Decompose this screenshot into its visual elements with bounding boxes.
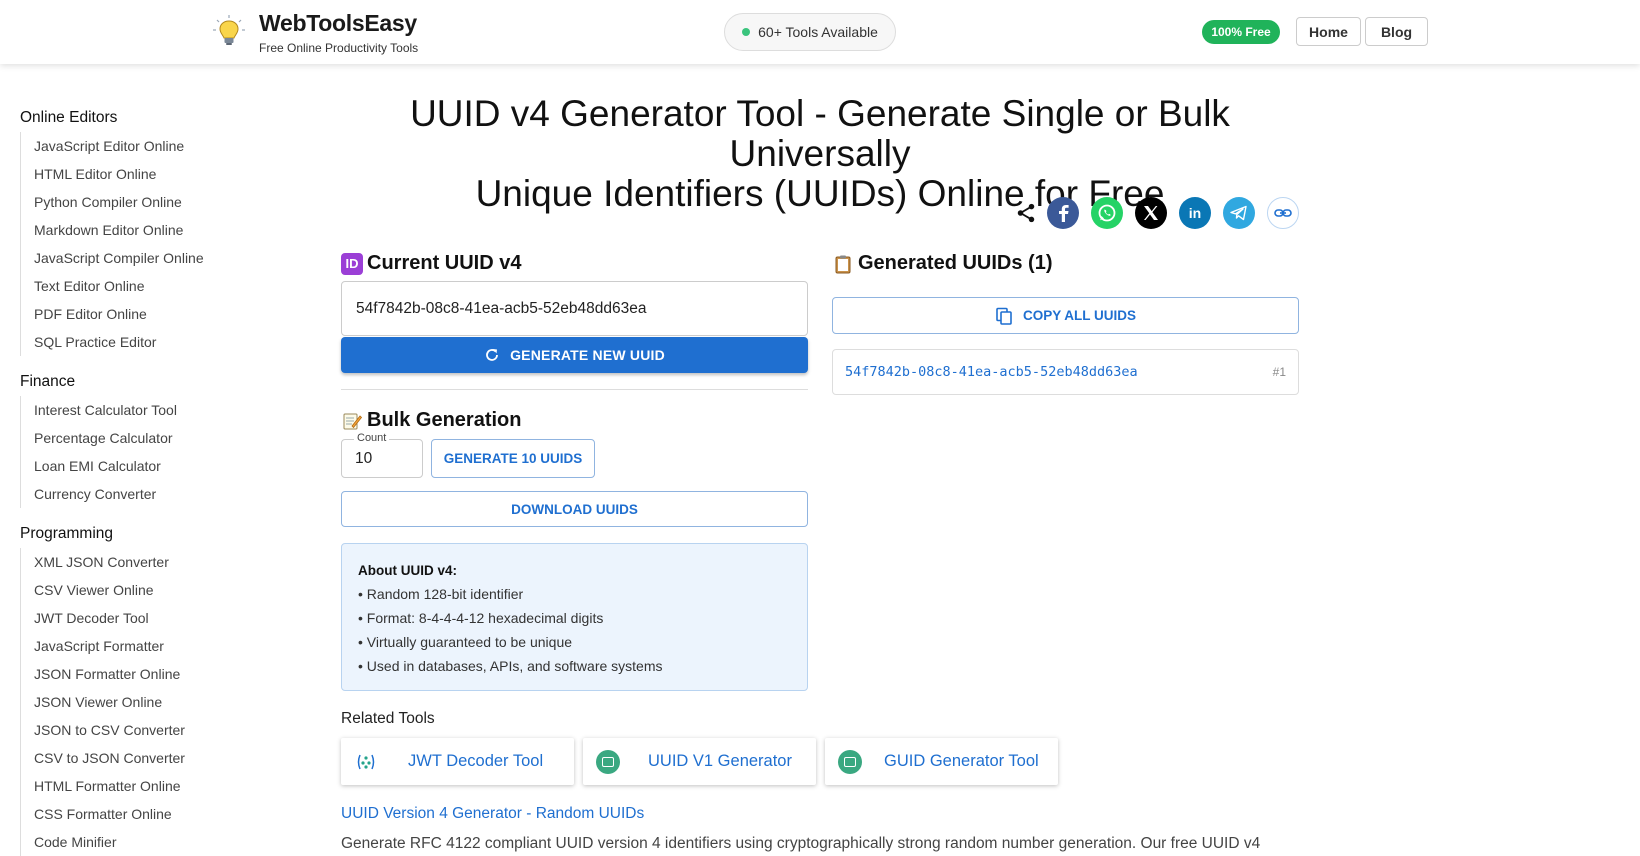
- sidebar-item-css-formatter[interactable]: CSS Formatter Online: [34, 800, 270, 828]
- brand-name[interactable]: WebToolsEasy: [259, 10, 417, 37]
- sidebar-item-percentage-calculator[interactable]: Percentage Calculator: [34, 424, 270, 452]
- site-header: WebToolsEasy Free Online Productivity To…: [0, 0, 1640, 64]
- about-item: • Random 128-bit identifier: [358, 586, 524, 602]
- sidebar-item-currency-converter[interactable]: Currency Converter: [34, 480, 270, 508]
- sidebar-item-interest-calculator[interactable]: Interest Calculator Tool: [34, 396, 270, 424]
- share-row: in: [1010, 197, 1302, 229]
- sidebar-item-javascript-formatter[interactable]: JavaScript Formatter: [34, 632, 270, 660]
- related-tool-name: JWT Decoder Tool: [408, 752, 544, 770]
- about-item: • Format: 8-4-4-4-12 hexadecimal digits: [358, 610, 604, 626]
- generated-uuid-value: 54f7842b-08c8-41ea-acb5-52eb48dd63ea: [845, 364, 1138, 380]
- uuid-id-icon: [596, 750, 620, 774]
- count-input[interactable]: Count 10: [341, 432, 423, 478]
- sidebar-item-json-to-csv[interactable]: JSON to CSV Converter: [34, 716, 270, 744]
- lightbulb-icon[interactable]: [212, 14, 246, 48]
- sidebar-category-online-editors: Online Editors: [20, 109, 118, 126]
- status-dot-icon: [742, 28, 751, 36]
- page-title: UUID v4 Generator Tool - Generate Single…: [330, 94, 1310, 214]
- link-icon[interactable]: [1267, 197, 1299, 229]
- clipboard-icon: [832, 252, 854, 275]
- current-uuid-field[interactable]: 54f7842b-08c8-41ea-acb5-52eb48dd63ea: [341, 281, 808, 336]
- current-uuid-heading: ID Current UUID v4: [341, 252, 521, 275]
- count-value: 10: [355, 450, 373, 467]
- related-tools-label: Related Tools: [341, 710, 435, 727]
- x-icon[interactable]: [1135, 197, 1167, 229]
- share-icon[interactable]: [1010, 197, 1042, 229]
- sidebar-item-javascript-compiler[interactable]: JavaScript Compiler Online: [34, 244, 270, 272]
- generate-new-uuid-button[interactable]: GENERATE NEW UUID: [341, 337, 808, 373]
- bulk-generation-title: Bulk Generation: [367, 409, 522, 431]
- generated-uuids-heading: Generated UUIDs (1): [832, 252, 1053, 275]
- id-emoji-icon: ID: [341, 252, 363, 275]
- generated-uuid-item[interactable]: 54f7842b-08c8-41ea-acb5-52eb48dd63ea #1: [832, 349, 1299, 395]
- count-label: Count: [354, 432, 390, 444]
- sidebar-item-xml-json-converter[interactable]: XML JSON Converter: [34, 548, 270, 576]
- free-badge: 100% Free: [1202, 20, 1280, 44]
- facebook-icon[interactable]: [1047, 197, 1079, 229]
- telegram-icon[interactable]: [1223, 197, 1255, 229]
- refresh-icon: [486, 349, 498, 361]
- sidebar-item-html-formatter[interactable]: HTML Formatter Online: [34, 772, 270, 800]
- tools-available-badge: 60+ Tools Available: [724, 13, 896, 51]
- description-text: Generate RFC 4122 compliant UUID version…: [341, 835, 1261, 852]
- related-tool-name: UUID V1 Generator: [648, 752, 792, 770]
- related-tool-guid-generator[interactable]: GUID Generator Tool: [825, 738, 1058, 785]
- about-uuid-box: About UUID v4: • Random 128-bit identifi…: [341, 543, 808, 691]
- generate-bulk-button[interactable]: GENERATE 10 UUIDS: [431, 439, 595, 478]
- nav-home-button[interactable]: Home: [1296, 17, 1361, 46]
- related-tool-jwt-decoder[interactable]: JWT Decoder Tool: [341, 738, 574, 785]
- sidebar-item-loan-emi-calculator[interactable]: Loan EMI Calculator: [34, 452, 270, 480]
- sidebar-item-html-editor[interactable]: HTML Editor Online: [34, 160, 270, 188]
- about-item: • Used in databases, APIs, and software …: [358, 658, 663, 674]
- current-uuid-title: Current UUID v4: [367, 252, 522, 274]
- generate-new-uuid-label: GENERATE NEW UUID: [510, 347, 665, 363]
- sidebar-item-python-compiler[interactable]: Python Compiler Online: [34, 188, 270, 216]
- sidebar-item-csv-viewer[interactable]: CSV Viewer Online: [34, 576, 270, 604]
- sidebar-category-finance: Finance: [20, 373, 76, 390]
- sidebar-list-online-editors: JavaScript Editor Online HTML Editor Onl…: [20, 132, 270, 356]
- sidebar-item-pdf-editor[interactable]: PDF Editor Online: [34, 300, 270, 328]
- generated-uuid-index: #1: [1272, 365, 1286, 379]
- bulk-generation-heading: Bulk Generation: [341, 409, 521, 432]
- generated-uuids-title: Generated UUIDs (1): [858, 252, 1053, 274]
- section-subheading: UUID Version 4 Generator - Random UUIDs: [341, 805, 645, 822]
- sidebar-list-programming: XML JSON Converter CSV Viewer Online JWT…: [20, 548, 270, 856]
- sidebar-category-programming: Programming: [20, 525, 114, 542]
- whatsapp-icon[interactable]: [1091, 197, 1123, 229]
- sidebar-item-code-minifier[interactable]: Code Minifier: [34, 828, 270, 856]
- guid-id-icon: [838, 750, 862, 774]
- about-title: About UUID v4:: [358, 563, 457, 578]
- nav-blog-button[interactable]: Blog: [1365, 17, 1428, 46]
- copy-all-uuids-label: COPY ALL UUIDS: [1022, 308, 1137, 323]
- copy-icon: [996, 307, 1012, 325]
- sidebar-item-markdown-editor[interactable]: Markdown Editor Online: [34, 216, 270, 244]
- linkedin-icon[interactable]: in: [1179, 197, 1211, 229]
- sidebar-item-json-formatter[interactable]: JSON Formatter Online: [34, 660, 270, 688]
- related-tool-name: GUID Generator Tool: [884, 752, 1039, 770]
- about-item: • Virtually guaranteed to be unique: [358, 634, 573, 650]
- sidebar-item-jwt-decoder[interactable]: JWT Decoder Tool: [34, 604, 270, 632]
- sidebar-item-javascript-editor[interactable]: JavaScript Editor Online: [34, 132, 270, 160]
- sidebar-item-text-editor[interactable]: Text Editor Online: [34, 272, 270, 300]
- jwt-icon: [354, 750, 378, 774]
- section-divider: [341, 389, 808, 390]
- sidebar-item-json-viewer[interactable]: JSON Viewer Online: [34, 688, 270, 716]
- sidebar-item-sql-practice[interactable]: SQL Practice Editor: [34, 328, 270, 356]
- tools-available-label: 60+ Tools Available: [758, 24, 878, 40]
- sidebar-item-csv-to-json[interactable]: CSV to JSON Converter: [34, 744, 270, 772]
- sidebar: Online Editors JavaScript Editor Online …: [20, 106, 270, 856]
- related-tool-uuid-v1[interactable]: UUID V1 Generator: [583, 738, 816, 785]
- page-title-line-1: UUID v4 Generator Tool - Generate Single…: [410, 93, 1230, 174]
- brand-tagline: Free Online Productivity Tools: [259, 41, 419, 55]
- copy-all-uuids-button[interactable]: COPY ALL UUIDS: [832, 297, 1299, 334]
- download-uuids-button[interactable]: DOWNLOAD UUIDS: [341, 491, 808, 527]
- memo-icon: [341, 409, 363, 432]
- sidebar-list-finance: Interest Calculator Tool Percentage Calc…: [20, 396, 270, 508]
